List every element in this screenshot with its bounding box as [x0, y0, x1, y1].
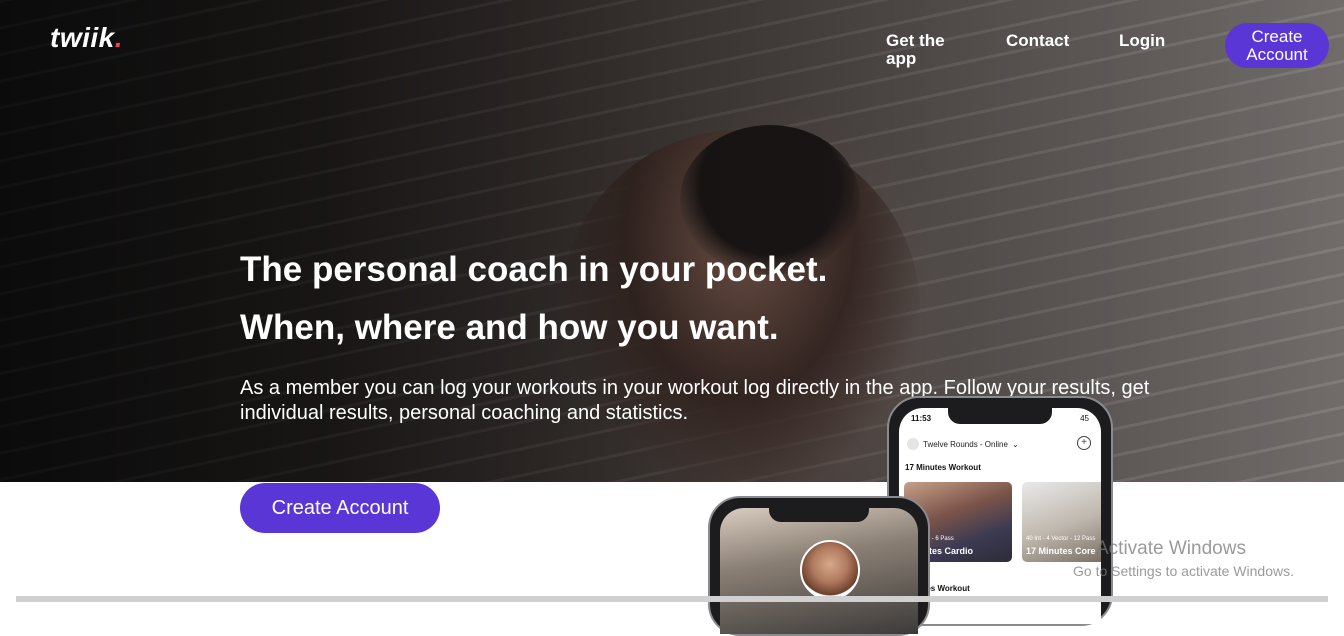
nav-contact[interactable]: Contact [1006, 32, 1069, 50]
nav-create-account-button[interactable]: Create Account [1225, 23, 1329, 68]
status-battery: 45 [1080, 414, 1089, 423]
create-account-button[interactable]: Create Account [240, 483, 440, 533]
hero-banner: twiik. Get the app Contact Login Create … [0, 0, 1344, 482]
phone-video-screen [720, 508, 918, 634]
nav-get-app[interactable]: Get the app [886, 32, 966, 68]
coach-avatar [800, 540, 860, 600]
workout-card: 40 Int - 4 Vector - 12 Pass 17 Minutes C… [1022, 482, 1101, 562]
logo-text: twiik [50, 22, 115, 53]
hero-headline-2: When, where and how you want. [240, 308, 779, 347]
status-time: 11:53 [911, 414, 932, 423]
phone-notch [769, 508, 869, 522]
chevron-down-icon: ⌄ [1011, 439, 1019, 449]
plus-icon: + [1077, 436, 1091, 450]
horizontal-scrollbar[interactable] [16, 596, 1328, 602]
phone-notch [948, 408, 1052, 424]
windows-watermark-title: Activate Windows [1096, 538, 1246, 559]
windows-watermark-subtitle: Go to Settings to activate Windows. [1073, 563, 1294, 579]
nav-login[interactable]: Login [1119, 32, 1165, 50]
workout-card-meta: 40 Int - 4 Vector - 12 Pass [1026, 536, 1096, 542]
logo-dot: . [114, 22, 124, 53]
phone-mockup-front [708, 496, 930, 636]
hero-headline-1: The personal coach in your pocket. [240, 250, 828, 289]
gym-selector-label: Twelve Rounds - Online [923, 439, 1008, 449]
phone-section-title: 17 Minutes Workout [905, 463, 981, 472]
workout-card-title: 17 Minutes Core [1026, 546, 1096, 556]
gym-avatar [907, 438, 919, 450]
brand-logo[interactable]: twiik. [50, 22, 123, 54]
gym-selector: Twelve Rounds - Online ⌄ [907, 438, 1019, 450]
